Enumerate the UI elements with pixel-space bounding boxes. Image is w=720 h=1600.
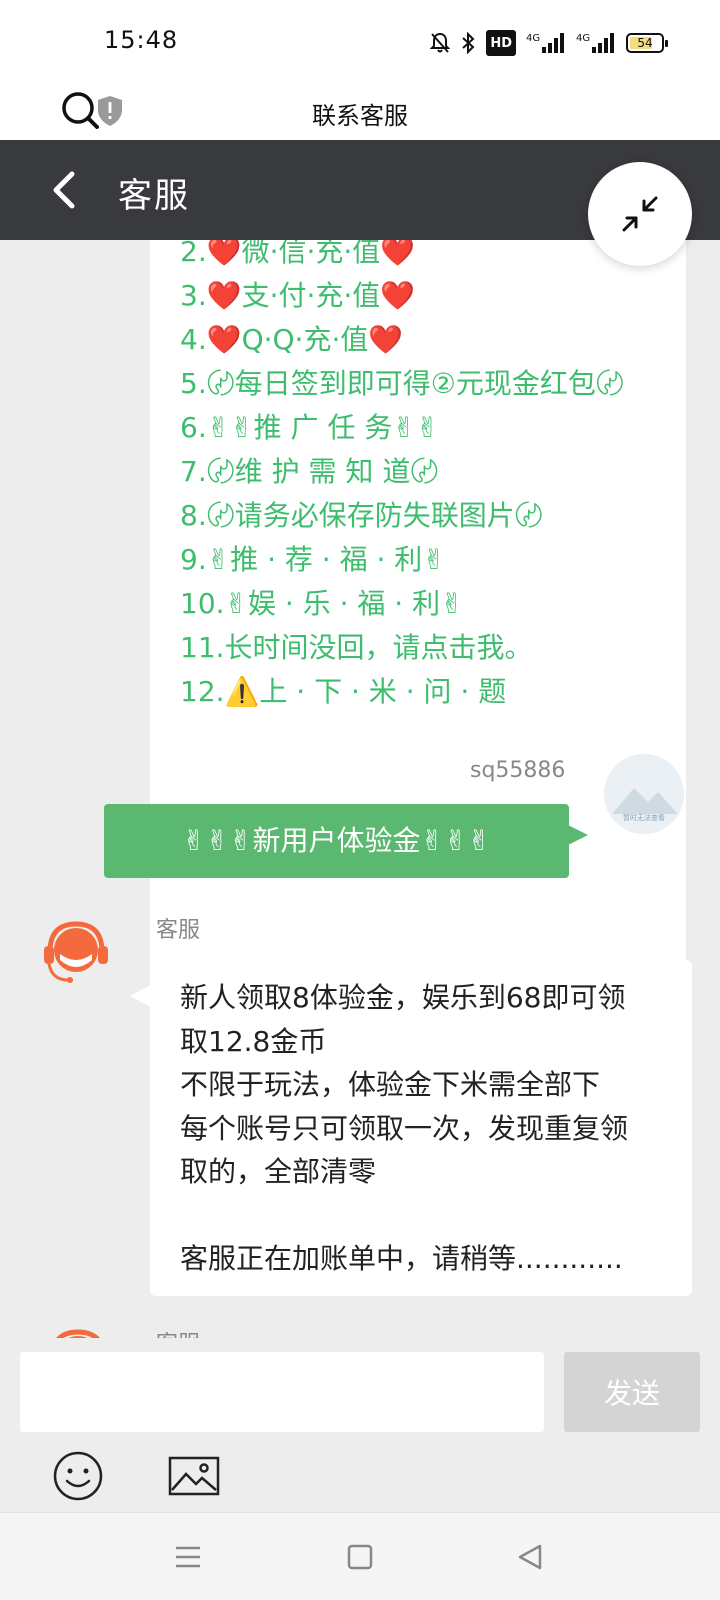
agent-message-line: 每个账号只可领取一次，发现重复领 bbox=[180, 1111, 629, 1145]
headset-agent-icon bbox=[56, 1329, 100, 1338]
agent-name: 客服 bbox=[156, 1326, 200, 1338]
agent-message-bubble: 新人领取8体验金，娱乐到68即可领 取12.8金币 不限于玩法，体验金下米需全部… bbox=[150, 960, 692, 1296]
back-arrow-icon bbox=[53, 171, 75, 209]
agent-message-line: 取12.8金币 bbox=[180, 1024, 327, 1058]
back-button[interactable] bbox=[40, 162, 96, 218]
headset-agent-icon bbox=[44, 921, 108, 983]
web-page-title: 联系客服 bbox=[312, 102, 408, 130]
hd-icon: HD bbox=[486, 30, 516, 56]
home-square-icon bbox=[347, 1544, 373, 1570]
agent-message-text: 新人领取8体验金，娱乐到68即可领 取12.8金币 不限于玩法，体验金下米需全部… bbox=[180, 976, 628, 1281]
status-bar: 15:48 HD 4G 4G 54 bbox=[0, 0, 720, 88]
bluetooth-icon bbox=[460, 30, 476, 56]
menu-item-referral-bonus[interactable]: 9.✌推 · 荐 · 福 · 利✌ bbox=[180, 538, 624, 582]
image-placeholder-icon: 暂时无法查看 bbox=[604, 754, 684, 834]
menu-item-save-image[interactable]: 8.〄请务必保存防失联图片〄 bbox=[180, 494, 624, 538]
menu-item-promotion-task[interactable]: 6.✌✌推 广 任 务✌✌ bbox=[180, 406, 624, 450]
user-avatar[interactable]: 暂时无法查看 bbox=[604, 754, 684, 834]
svg-text:4G: 4G bbox=[526, 33, 540, 44]
chat-messages[interactable]: 2.❤️微·信·充·值❤️ 3.❤️支·付·充·值❤️ 4.❤️Q·Q·充·值❤… bbox=[0, 240, 720, 1338]
back-triangle-icon bbox=[518, 1544, 542, 1570]
input-area: 发送 bbox=[0, 1338, 720, 1512]
menu-icon bbox=[176, 1546, 200, 1568]
menu-item-alipay-recharge[interactable]: 3.❤️支·付·充·值❤️ bbox=[180, 274, 624, 318]
home-button[interactable] bbox=[344, 1541, 376, 1573]
recent-apps-button[interactable] bbox=[172, 1541, 204, 1573]
status-time: 15:48 bbox=[104, 26, 179, 54]
minimize-button[interactable] bbox=[588, 162, 692, 266]
agent-message-line: 不限于玩法，体验金下米需全部下 bbox=[180, 1068, 601, 1101]
menu-list: 2.❤️微·信·充·值❤️ 3.❤️支·付·充·值❤️ 4.❤️Q·Q·充·值❤… bbox=[180, 240, 624, 714]
agent-avatar[interactable] bbox=[38, 914, 114, 990]
user-message-bubble: ✌✌✌新用户体验金✌✌✌ bbox=[104, 804, 569, 878]
svg-text:暂时无法查看: 暂时无法查看 bbox=[623, 813, 665, 822]
system-nav-bar bbox=[0, 1512, 720, 1600]
battery-icon: 54 bbox=[626, 33, 668, 53]
message-input[interactable] bbox=[20, 1352, 544, 1432]
user-bubble-tail bbox=[568, 825, 588, 845]
agent-bubble-tail bbox=[130, 984, 152, 1008]
agent-message-line: 取的，全部清零 bbox=[180, 1155, 377, 1188]
svg-text:4G: 4G bbox=[576, 33, 590, 44]
status-icons: HD 4G 4G 54 bbox=[430, 30, 668, 56]
agent-avatar[interactable] bbox=[40, 1322, 116, 1338]
menu-item-daily-checkin[interactable]: 5.〄每日签到即可得②元现金红包〄 bbox=[180, 362, 624, 406]
web-title-bar: 联系客服 bbox=[0, 88, 720, 140]
image-button[interactable] bbox=[168, 1454, 220, 1498]
user-name: sq55886 bbox=[470, 758, 566, 783]
mute-bell-icon bbox=[430, 30, 451, 56]
header-title: 客服 bbox=[118, 176, 190, 216]
agent-message-line bbox=[180, 1194, 628, 1238]
agent-message-line: 客服正在加账单中，请稍等............ bbox=[180, 1242, 623, 1275]
menu-item-maintenance[interactable]: 7.〄维 护 需 知 道〄 bbox=[180, 450, 624, 494]
emoji-icon bbox=[53, 1451, 103, 1501]
agent-name: 客服 bbox=[156, 918, 201, 943]
menu-item-no-reply[interactable]: 11.长时间没回，请点击我。 bbox=[180, 626, 624, 670]
agent-message-line: 新人领取8体验金，娱乐到68即可领 bbox=[180, 981, 626, 1014]
menu-item-wechat-recharge[interactable]: 2.❤️微·信·充·值❤️ bbox=[180, 240, 624, 274]
menu-item-entertainment-bonus[interactable]: 10.✌娱 · 乐 · 福 · 利✌ bbox=[180, 582, 624, 626]
menu-item-deposit-withdraw-issue[interactable]: 12.⚠️上 · 下 · 米 · 问 · 题 bbox=[180, 670, 624, 714]
menu-item-qq-recharge[interactable]: 4.❤️Q·Q·充·值❤️ bbox=[180, 318, 624, 362]
battery-level: 54 bbox=[637, 36, 653, 50]
emoji-button[interactable] bbox=[52, 1450, 104, 1502]
send-button[interactable]: 发送 bbox=[564, 1352, 700, 1432]
back-nav-button[interactable] bbox=[514, 1541, 546, 1573]
signal-4g-icon: 4G bbox=[576, 30, 616, 56]
signal-4g-icon: 4G bbox=[526, 30, 566, 56]
collapse-icon bbox=[622, 196, 658, 232]
image-icon bbox=[168, 1456, 220, 1496]
